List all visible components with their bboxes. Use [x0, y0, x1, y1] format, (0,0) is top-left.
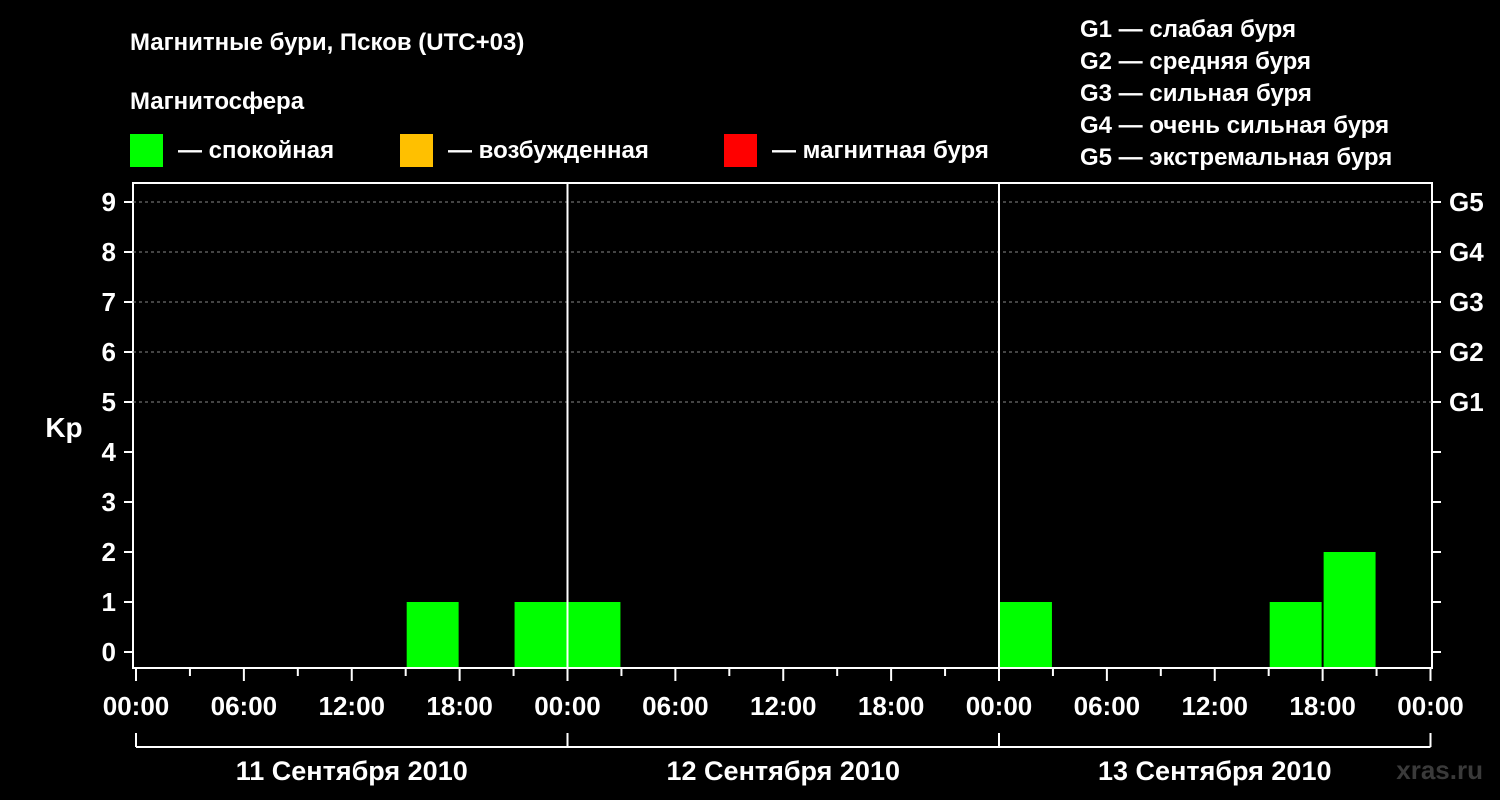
y-axis-left: 0 1 2 3 4 5 6 7 8 9: [102, 187, 133, 667]
kp-bar: [1323, 552, 1376, 667]
legend-label-excited: — возбужденная: [448, 137, 649, 164]
right-axis-label: G3: [1449, 287, 1484, 317]
x-tick-label: 00:00: [1397, 691, 1464, 721]
x-tick-label: 00:00: [966, 691, 1033, 721]
y-axis-right: G1 G2 G3 G4 G5: [1432, 187, 1484, 653]
legend-label-storm: — магнитная буря: [772, 137, 989, 164]
date-label: 13 Сентября 2010: [1098, 756, 1331, 786]
right-axis-label: G2: [1449, 337, 1484, 367]
y-tick-label: 3: [102, 487, 116, 517]
x-tick-label: 12:00: [319, 691, 386, 721]
storm-scale-g2: G2 — средняя буря: [1080, 48, 1311, 75]
legend: — спокойная — возбужденная — магнитная б…: [130, 134, 989, 167]
chart-title: Магнитные бури, Псков (UTC+03): [130, 29, 524, 56]
x-tick-label: 06:00: [1074, 691, 1141, 721]
right-axis-label: G1: [1449, 387, 1484, 417]
legend-swatch-storm: [724, 134, 757, 167]
x-tick-label: 12:00: [1182, 691, 1249, 721]
x-tick-label: 00:00: [103, 691, 170, 721]
kp-bar: [514, 602, 567, 667]
watermark: xras.ru: [1396, 755, 1483, 785]
y-tick-label: 5: [102, 387, 116, 417]
legend-swatch-excited: [400, 134, 433, 167]
date-axis: 11 Сентября 2010 12 Сентября 2010 13 Сентя…: [135, 733, 1432, 786]
x-tick-label: 00:00: [534, 691, 601, 721]
y-tick-label: 6: [102, 337, 116, 367]
chart-subtitle: Магнитосфера: [130, 88, 305, 115]
kp-bar: [1000, 602, 1052, 667]
date-label: 12 Сентября 2010: [667, 756, 900, 786]
y-tick-label: 1: [102, 587, 116, 617]
x-axis: 00:00 06:00 12:00 18:00 00:00 06:00 12:00 18:00…: [103, 668, 1464, 721]
storm-scale-g1: G1 — слабая буря: [1080, 16, 1296, 43]
y-tick-label: 7: [102, 287, 116, 317]
x-tick-label: 06:00: [211, 691, 278, 721]
x-tick-label: 12:00: [750, 691, 817, 721]
y-tick-label: 0: [102, 637, 116, 667]
legend-swatch-quiet: [130, 134, 163, 167]
plot-frame: [132, 182, 1433, 669]
y-tick-label: 4: [102, 437, 117, 467]
day-separator-lines: [566, 183, 1000, 668]
y-axis-label: Kp: [45, 412, 82, 443]
storm-scale-g3: G3 — сильная буря: [1080, 80, 1312, 107]
grid-lines: [133, 201, 1432, 403]
x-tick-label: 06:00: [642, 691, 709, 721]
legend-label-quiet: — спокойная: [178, 137, 334, 164]
magnetic-storm-chart: Магнитные бури, Псков (UTC+03) Магнитосф…: [45, 16, 1484, 786]
right-axis-label: G5: [1449, 187, 1484, 217]
storm-scale-g5: G5 — экстремальная буря: [1080, 144, 1392, 171]
kp-bar: [568, 602, 621, 667]
date-label: 11 Сентября 2010: [236, 756, 468, 786]
kp-bar: [1269, 602, 1322, 667]
kp-bar: [406, 602, 459, 667]
storm-scale-legend: G1 — слабая буря G2 — средняя буря G3 — …: [1080, 16, 1392, 171]
y-tick-label: 2: [102, 537, 116, 567]
y-tick-label: 8: [102, 237, 116, 267]
right-axis-label: G4: [1449, 237, 1484, 267]
x-tick-label: 18:00: [426, 691, 493, 721]
kp-bars: [406, 552, 1376, 667]
x-tick-label: 18:00: [858, 691, 925, 721]
y-tick-label: 9: [102, 187, 116, 217]
x-tick-label: 18:00: [1289, 691, 1356, 721]
storm-scale-g4: G4 — очень сильная буря: [1080, 112, 1389, 139]
